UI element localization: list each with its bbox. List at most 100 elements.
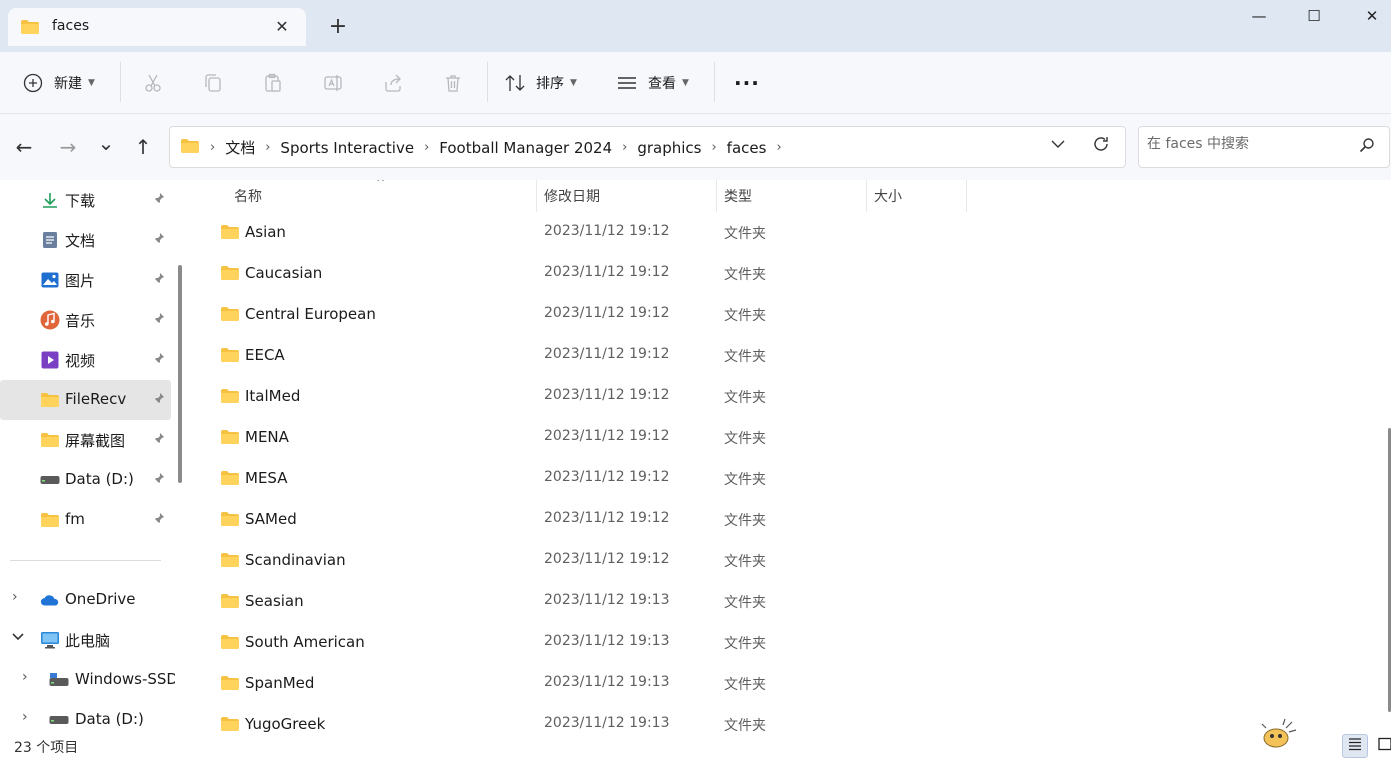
pin-icon [153,352,165,367]
breadcrumb-item[interactable]: faces [727,139,767,157]
chevron-down-icon[interactable] [12,631,24,645]
table-row[interactable]: Caucasian 2023/11/12 19:12 文件夹 [192,254,952,295]
sidebar-item-data-d[interactable]: › Data (D:) [0,700,171,732]
address-bar[interactable]: › 文档 › Sports Interactive › Football Man… [169,126,1126,168]
sort-button[interactable]: 排序 ▼ [504,68,577,98]
sidebar-item-pictures[interactable]: 图片 [0,260,171,300]
copy-button[interactable] [202,68,224,98]
rename-button[interactable] [322,68,344,98]
file-list: ^ 名称 修改日期 类型 大小 Asian 2023/11/12 19:12 文件夹… [192,180,1372,732]
breadcrumb-separator[interactable]: › [711,140,716,155]
column-divider[interactable] [966,180,967,212]
sidebar-item-screenshots[interactable]: 屏幕截图 [0,420,171,460]
file-name: Central European [245,305,376,323]
sidebar-item-fm[interactable]: fm [0,500,171,540]
delete-button[interactable] [442,68,464,98]
table-row[interactable]: YugoGreek 2023/11/12 19:13 文件夹 [192,705,952,732]
file-type: 文件夹 [724,349,766,365]
table-row[interactable]: EECA 2023/11/12 19:12 文件夹 [192,336,952,377]
maximize-button[interactable]: ☐ [1285,2,1343,32]
sidebar-item-data-drive[interactable]: Data (D:) [0,460,171,500]
divider [120,62,121,102]
share-button[interactable] [382,68,404,98]
forward-button[interactable]: → [56,136,80,160]
chevron-right-icon[interactable]: › [22,669,28,685]
column-header-size[interactable]: 大小 [874,186,902,206]
table-row[interactable]: MENA 2023/11/12 19:12 文件夹 [192,418,952,459]
chevron-right-icon[interactable]: › [22,709,28,725]
table-row[interactable]: Scandinavian 2023/11/12 19:12 文件夹 [192,541,952,582]
refresh-icon[interactable] [1092,135,1110,158]
pin-icon [153,432,165,447]
search-box[interactable] [1138,126,1390,168]
table-row[interactable]: ItalMed 2023/11/12 19:12 文件夹 [192,377,952,418]
file-type: 文件夹 [724,472,766,488]
sidebar-item-documents[interactable]: 文档 [0,220,171,260]
breadcrumb-item[interactable]: Football Manager 2024 [439,139,612,157]
table-row[interactable]: SpanMed 2023/11/12 19:13 文件夹 [192,664,952,705]
sidebar-item-this-pc[interactable]: 此电脑 [0,620,171,660]
breadcrumb-separator[interactable]: › [210,140,215,155]
table-row[interactable]: Central European 2023/11/12 19:12 文件夹 [192,295,952,336]
cut-button[interactable] [142,68,164,98]
table-row[interactable]: Seasian 2023/11/12 19:13 文件夹 [192,582,952,623]
close-window-button[interactable]: ✕ [1343,2,1391,32]
chevron-down-icon[interactable] [1050,136,1066,156]
title-bar: faces ✕ + — ☐ ✕ [0,0,1391,52]
sidebar-item-downloads[interactable]: 下载 [0,180,171,220]
sidebar-item-label: Windows-SSD [75,670,175,688]
breadcrumb-separator[interactable]: › [265,140,270,155]
sidebar-item-windows-ssd[interactable]: › Windows-SSD [0,660,175,700]
table-row[interactable]: MESA 2023/11/12 19:12 文件夹 [192,459,952,500]
minimize-button[interactable]: — [1230,2,1288,32]
chevron-right-icon[interactable]: › [12,589,18,605]
file-modified: 2023/11/12 19:12 [544,387,670,403]
paste-button[interactable] [262,68,284,98]
new-tab-button[interactable]: + [326,16,350,40]
folder-icon [220,634,240,654]
table-row[interactable]: South American 2023/11/12 19:13 文件夹 [192,623,952,664]
column-divider[interactable] [716,180,717,212]
sidebar-item-onedrive[interactable]: › OneDrive [0,580,171,620]
file-name: Caucasian [245,264,323,282]
sidebar-item-music[interactable]: 音乐 [0,300,171,340]
sidebar-item-videos[interactable]: 视频 [0,340,171,380]
back-button[interactable]: ← [12,136,36,160]
breadcrumb-item[interactable]: Sports Interactive [280,139,414,157]
tab-close-icon[interactable]: ✕ [272,17,292,37]
column-header-modified[interactable]: 修改日期 [544,186,600,206]
breadcrumb-separator[interactable]: › [424,140,429,155]
sidebar-item-label: OneDrive [65,590,136,608]
search-input[interactable] [1147,136,1347,152]
table-row[interactable]: SAMed 2023/11/12 19:12 文件夹 [192,500,952,541]
view-button[interactable]: 查看 ▼ [616,68,689,98]
sidebar-item-label: 视频 [65,352,96,370]
breadcrumb-item[interactable]: 文档 [225,137,255,158]
new-button[interactable]: 新建 ▼ [22,68,95,98]
new-icon [22,72,44,94]
breadcrumb-separator[interactable]: › [776,140,781,155]
sidebar-scrollbar[interactable] [178,265,182,483]
search-icon[interactable] [1359,137,1375,157]
breadcrumb-item[interactable]: graphics [637,139,701,157]
more-icon[interactable]: ··· [734,68,760,98]
tiles-view-button[interactable] [1372,734,1391,758]
divider [10,560,161,561]
up-button[interactable]: ↑ [131,136,155,160]
breadcrumb-separator[interactable]: › [622,140,627,155]
assistant-mascot-icon[interactable] [1258,718,1298,754]
table-row[interactable]: Asian 2023/11/12 19:12 文件夹 [192,213,952,254]
video-icon [40,350,60,370]
column-divider[interactable] [536,180,537,212]
column-divider[interactable] [866,180,867,212]
recent-locations-button[interactable]: ⌄ [94,132,118,156]
tab-faces[interactable]: faces ✕ [8,8,306,46]
file-name: Asian [245,223,286,241]
column-header-name[interactable]: 名称 [234,186,262,206]
details-view-button[interactable] [1342,734,1368,758]
file-modified: 2023/11/12 19:12 [544,264,670,280]
sidebar-item-filerecv[interactable]: FileRecv [0,380,171,420]
chevron-down-icon: ▼ [682,78,689,88]
column-header-type[interactable]: 类型 [724,186,752,206]
pin-icon [153,472,165,487]
